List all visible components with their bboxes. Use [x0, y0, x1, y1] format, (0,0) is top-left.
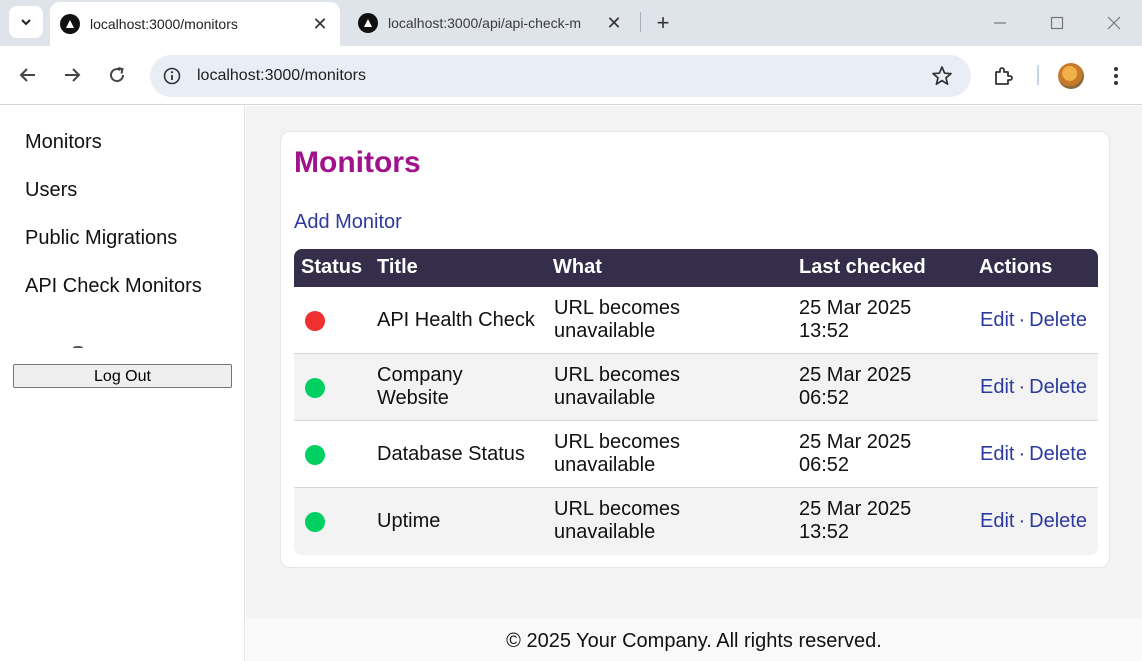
- back-arrow-icon[interactable]: [13, 60, 43, 90]
- row-actions: Edit · Delete: [980, 376, 1087, 399]
- site-info-icon[interactable]: [160, 64, 184, 88]
- sidebar-item-api-check-monitors[interactable]: API Check Monitors: [25, 275, 202, 298]
- tab-search-icon[interactable]: [9, 6, 43, 38]
- forward-arrow-icon[interactable]: [57, 60, 87, 90]
- monitors-table: Status Title What Last checked Actions A…: [294, 249, 1098, 555]
- tab-title: localhost:3000/monitors: [90, 16, 238, 32]
- action-separator: ·: [1018, 309, 1026, 331]
- monitor-last-checked: 25 Mar 2025 13:52: [799, 297, 912, 342]
- footer-copyright: © 2025 Your Company. All rights reserved…: [506, 630, 882, 652]
- table-row: Database Status URL becomes unavailable 2…: [294, 421, 1098, 488]
- tab-api-check[interactable]: localhost:3000/api/api-check-m ✕: [348, 0, 634, 46]
- close-icon[interactable]: ✕: [600, 9, 628, 37]
- star-icon[interactable]: [931, 65, 953, 87]
- monitors-card: Monitors Add Monitor Status Title What L…: [280, 131, 1110, 568]
- status-indicator-up: [305, 378, 325, 398]
- table-header: Status Title What Last checked Actions: [294, 249, 1098, 287]
- delete-link[interactable]: Delete: [1029, 443, 1087, 465]
- status-indicator-up: [305, 512, 325, 532]
- plus-icon[interactable]: +: [648, 8, 678, 38]
- profile-avatar[interactable]: [1058, 63, 1084, 89]
- footer: © 2025 Your Company. All rights reserved…: [246, 618, 1142, 661]
- close-icon[interactable]: ✕: [306, 10, 334, 38]
- nextjs-favicon-icon: [60, 14, 80, 34]
- address-bar[interactable]: localhost:3000/monitors: [150, 55, 971, 97]
- more-menu-icon[interactable]: [1104, 62, 1128, 90]
- row-actions: Edit · Delete: [980, 510, 1087, 533]
- nextjs-favicon-icon: [358, 13, 378, 33]
- edit-link[interactable]: Edit: [980, 510, 1014, 532]
- sidebar-item-users[interactable]: Users: [25, 179, 77, 202]
- extensions-icon[interactable]: [992, 64, 1016, 88]
- action-separator: ·: [1018, 510, 1026, 532]
- monitor-what: URL becomes unavailable: [554, 431, 680, 476]
- tab-title: localhost:3000/api/api-check-m: [388, 15, 581, 31]
- edit-link[interactable]: Edit: [980, 309, 1014, 331]
- monitor-what: URL becomes unavailable: [554, 297, 680, 342]
- sidebar: Monitors Users Public Migrations API Che…: [0, 106, 245, 661]
- address-url: localhost:3000/monitors: [197, 67, 366, 84]
- header-last-checked: Last checked: [799, 256, 926, 278]
- main-content: Monitors Add Monitor Status Title What L…: [246, 106, 1142, 618]
- logout-button[interactable]: Log Out: [13, 364, 232, 388]
- monitor-title: Database Status: [377, 443, 525, 465]
- monitor-what: URL becomes unavailable: [554, 498, 680, 543]
- delete-link[interactable]: Delete: [1029, 376, 1087, 398]
- reload-icon[interactable]: [102, 60, 132, 90]
- monitor-title: Uptime: [377, 510, 441, 532]
- monitor-last-checked: 25 Mar 2025 06:52: [799, 364, 912, 409]
- monitor-last-checked: 25 Mar 2025 13:52: [799, 498, 912, 543]
- toolbar-divider: [1037, 65, 1039, 85]
- table-row: API Health Check URL becomes unavailable …: [294, 287, 1098, 354]
- add-monitor-link[interactable]: Add Monitor: [294, 211, 402, 234]
- sidebar-item-monitors[interactable]: Monitors: [25, 131, 102, 154]
- maximize-icon[interactable]: [1037, 8, 1077, 38]
- monitor-what: URL becomes unavailable: [554, 364, 680, 409]
- tab-divider: [640, 12, 641, 32]
- header-what: What: [553, 256, 602, 278]
- browser-tab-bar: localhost:3000/monitors ✕ localhost:3000…: [0, 0, 1142, 46]
- row-actions: Edit · Delete: [980, 309, 1087, 332]
- sidebar-item-public-migrations[interactable]: Public Migrations: [25, 227, 177, 250]
- edit-link[interactable]: Edit: [980, 443, 1014, 465]
- page-title: Monitors: [294, 146, 421, 179]
- window-close-icon[interactable]: [1094, 8, 1134, 38]
- edit-link[interactable]: Edit: [980, 376, 1014, 398]
- status-indicator-down: [305, 311, 325, 331]
- delete-link[interactable]: Delete: [1029, 309, 1087, 331]
- action-separator: ·: [1018, 443, 1026, 465]
- status-indicator-up: [305, 445, 325, 465]
- table-row: Uptime URL becomes unavailable 25 Mar 202…: [294, 488, 1098, 555]
- loading-spinner-icon: [73, 346, 83, 349]
- monitor-title: Company Website: [377, 364, 463, 409]
- monitor-title: API Health Check: [377, 309, 535, 331]
- header-actions: Actions: [979, 256, 1053, 278]
- table-row: Company Website URL becomes unavailable 25…: [294, 354, 1098, 421]
- header-status: Status: [301, 256, 363, 278]
- tab-monitors[interactable]: localhost:3000/monitors ✕: [50, 2, 340, 46]
- delete-link[interactable]: Delete: [1029, 510, 1087, 532]
- action-separator: ·: [1018, 376, 1026, 398]
- header-title: Title: [377, 256, 418, 278]
- row-actions: Edit · Delete: [980, 443, 1087, 466]
- monitor-last-checked: 25 Mar 2025 06:52: [799, 431, 912, 476]
- minimize-icon[interactable]: [980, 8, 1020, 38]
- browser-toolbar: localhost:3000/monitors: [0, 46, 1142, 105]
